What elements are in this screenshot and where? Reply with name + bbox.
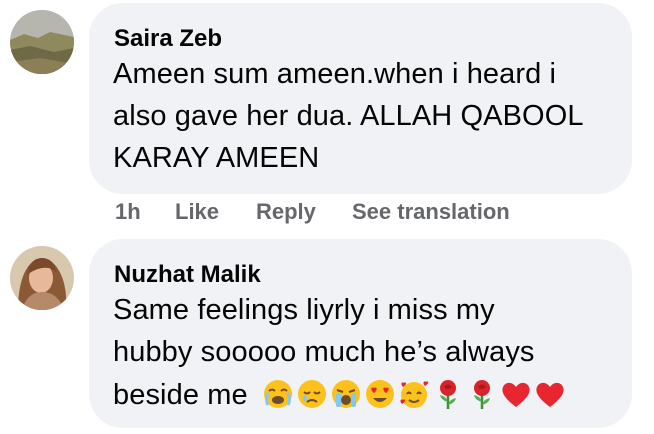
red-heart-icon [500,378,532,410]
comment-text-line: Ameen sum ameen.when i heard i [113,58,557,90]
like-button[interactable]: Like [175,199,219,225]
sad-face-icon [296,378,328,410]
comment-thread: Saira Zeb Ameen sum ameen.when i heard i… [0,0,654,434]
avatar[interactable] [10,246,74,310]
heart-eyes-face-icon [364,378,396,410]
avatar-landscape-image [10,10,74,74]
comment-text-line: Same feelings liyrly i miss my [113,294,495,326]
rose-icon [466,378,498,410]
red-heart-icon [534,378,566,410]
see-translation-link[interactable]: See translation [352,199,510,225]
sobbing-face-icon [262,378,294,410]
comment-author[interactable]: Saira Zeb [114,25,222,53]
comment-text-line: hubby sooooo much he’s always [113,336,535,368]
comment-text-line: KARAY AMEEN [113,142,320,174]
rose-icon [432,378,464,410]
reply-button[interactable]: Reply [256,199,316,225]
avatar-portrait-image [10,246,74,310]
comment-actions: 1h Like Reply See translation [115,199,545,227]
comment-author[interactable]: Nuzhat Malik [114,261,261,289]
comment-text: beside me [113,379,248,411]
avatar[interactable] [10,10,74,74]
comment-text-line-with-emojis: beside me [113,378,566,412]
comment-timestamp[interactable]: 1h [115,199,141,225]
emoji-row [262,378,566,410]
crying-face-icon [330,378,362,410]
comment-text-line: also gave her dua. ALLAH QABOOL [113,100,584,132]
smiling-face-hearts-icon [398,378,430,410]
